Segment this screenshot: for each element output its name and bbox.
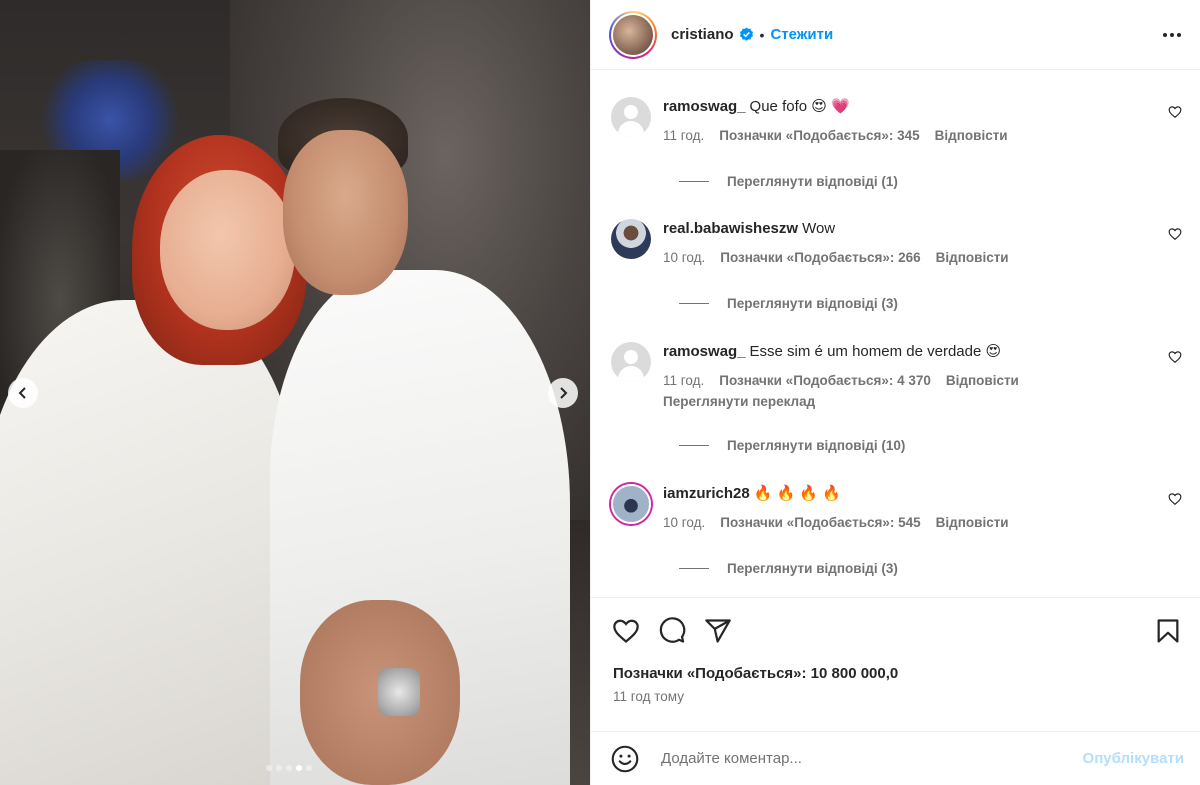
comment-button[interactable] — [657, 616, 687, 646]
comment-text: 🔥 🔥 🔥 🔥 — [753, 485, 841, 502]
chevron-left-icon — [18, 387, 26, 399]
view-replies-label: Переглянути відповіді (1) — [727, 174, 898, 189]
photo-man-face — [283, 130, 408, 295]
user-avatar-story-ring[interactable] — [611, 484, 651, 524]
comment-username[interactable]: real.babawisheszw — [663, 220, 798, 237]
comment-likes[interactable]: Позначки «Подобається»: 345 — [719, 128, 919, 143]
publish-button[interactable]: Опублікувати — [1083, 750, 1184, 767]
reply-button[interactable]: Відповісти — [946, 373, 1019, 388]
heart-icon[interactable] — [1168, 492, 1182, 506]
photo-woman-face — [160, 170, 295, 330]
verified-badge-icon — [739, 27, 753, 41]
paper-plane-icon — [705, 619, 731, 643]
view-replies-label: Переглянути відповіді (3) — [727, 296, 898, 311]
carousel-dot — [266, 765, 272, 771]
bookmark-icon — [1157, 619, 1179, 643]
comment-bubble-icon — [659, 617, 686, 643]
heart-icon — [613, 619, 639, 643]
photo-woman-body — [0, 300, 300, 785]
comment-text: Esse sim é um homem de verdade 😍 — [749, 343, 1002, 360]
comment-time[interactable]: 11 год. — [663, 373, 704, 388]
reply-button[interactable]: Відповісти — [936, 250, 1009, 265]
post-media[interactable] — [0, 0, 590, 785]
more-options-button[interactable] — [1160, 23, 1184, 47]
like-button[interactable] — [611, 616, 641, 646]
carousel-dot — [286, 765, 292, 771]
view-replies-label: Переглянути відповіді (3) — [727, 561, 898, 576]
comment-time[interactable]: 10 год. — [663, 250, 705, 265]
chevron-right-icon — [560, 387, 568, 399]
default-avatar-icon[interactable] — [611, 342, 651, 382]
follow-button[interactable]: Стежити — [770, 26, 833, 43]
header-separator: • — [759, 26, 765, 43]
comment-username[interactable]: ramoswag_ — [663, 98, 746, 115]
comment-likes[interactable]: Позначки «Подобається»: 545 — [720, 515, 920, 530]
add-comment-bar: Опублікувати — [591, 731, 1200, 785]
post-actions-section: Позначки «Подобається»: 10 800 000,0 11 … — [591, 597, 1200, 704]
carousel-dot — [306, 765, 312, 771]
heart-icon[interactable] — [1168, 105, 1182, 119]
view-replies-label: Переглянути відповіді (10) — [727, 438, 906, 453]
comments-list[interactable]: ramoswag_ Que fofo 😍 💗 11 год. Позначки «… — [591, 71, 1200, 597]
default-avatar-icon[interactable] — [611, 97, 651, 137]
comment-text: Que fofo 😍 💗 — [749, 98, 850, 115]
share-button[interactable] — [703, 616, 733, 646]
post-header: cristiano • Стежити — [591, 0, 1200, 70]
carousel-dots — [266, 765, 312, 771]
user-avatar-photo[interactable] — [611, 219, 651, 259]
carousel-next-button[interactable] — [548, 378, 578, 408]
photo-watch — [378, 668, 420, 716]
comment-username[interactable]: iamzurich28 — [663, 485, 750, 502]
post-panel: cristiano • Стежити ramoswag_ Que fofo 😍 … — [590, 0, 1200, 785]
likes-count[interactable]: Позначки «Подобається»: 10 800 000,0 — [591, 664, 1200, 684]
action-bar — [591, 598, 1200, 664]
carousel-prev-button[interactable] — [8, 378, 38, 408]
comment-likes[interactable]: Позначки «Подобається»: 266 — [720, 250, 920, 265]
comment-username[interactable]: ramoswag_ — [663, 343, 746, 360]
save-button[interactable] — [1153, 616, 1183, 646]
emoji-icon[interactable] — [611, 745, 639, 773]
author-username[interactable]: cristiano — [671, 26, 734, 43]
carousel-dot — [276, 765, 282, 771]
comment-time[interactable]: 10 год. — [663, 515, 705, 530]
comment-time[interactable]: 11 год. — [663, 128, 704, 143]
view-replies-button[interactable]: Переглянути відповіді (1) — [679, 174, 898, 189]
view-replies-button[interactable]: Переглянути відповіді (10) — [679, 438, 905, 453]
heart-icon[interactable] — [1168, 227, 1182, 241]
author-avatar[interactable] — [609, 10, 657, 59]
post-timestamp[interactable]: 11 год тому — [591, 689, 1200, 704]
heart-icon[interactable] — [1168, 350, 1182, 364]
reply-button[interactable]: Відповісти — [935, 128, 1008, 143]
comment-text: Wow — [802, 220, 836, 237]
view-replies-button[interactable]: Переглянути відповіді (3) — [679, 561, 898, 576]
reply-button[interactable]: Відповісти — [936, 515, 1009, 530]
view-replies-button[interactable]: Переглянути відповіді (3) — [679, 296, 898, 311]
carousel-dot — [296, 765, 302, 771]
comment-likes[interactable]: Позначки «Подобається»: 4 370 — [719, 373, 931, 388]
more-dots-icon — [1163, 32, 1181, 37]
see-translation-button[interactable]: Переглянути переклад — [663, 394, 1163, 409]
comment-input[interactable] — [661, 750, 1083, 767]
